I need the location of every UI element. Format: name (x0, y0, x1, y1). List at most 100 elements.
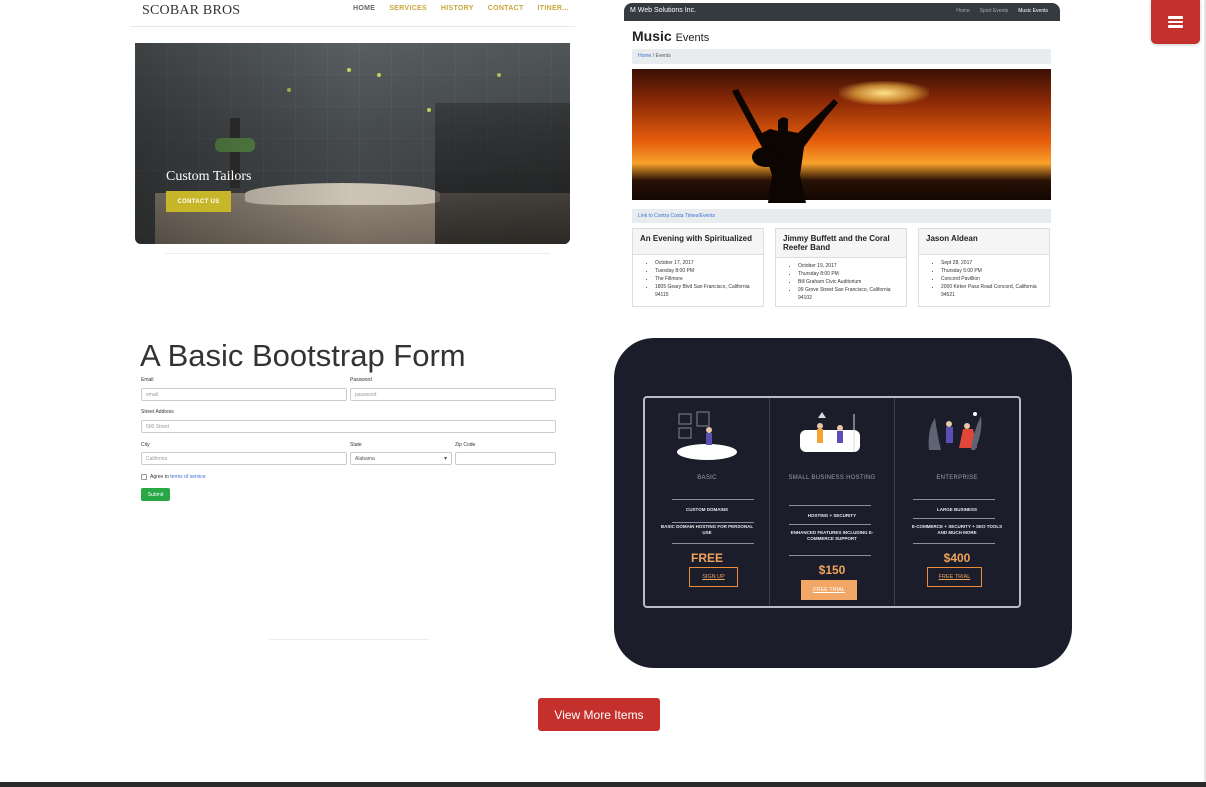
plan-divider (789, 524, 871, 525)
event-venue: Bill Graham Civic Auditorium (798, 278, 900, 286)
plan-name: ENTERPRISE (936, 475, 978, 481)
music-page-title: Music Events (632, 28, 709, 44)
plan-divider (789, 555, 871, 556)
portfolio-page: SCOBAR BROS HOME SERVICES HISTORY CONTAC… (0, 0, 1206, 787)
enterprise-illustration-icon (928, 412, 982, 450)
music-brand: M Web Solutions Inc. (630, 7, 697, 14)
escobar-navbar: SCOBAR BROS HOME SERVICES HISTORY CONTAC… (130, 0, 575, 27)
plan-price: $150 (818, 563, 846, 577)
plan-feature: CUSTOM DOMAINS (686, 507, 728, 512)
portfolio-item-bootstrap-form[interactable]: A Basic Bootstrap Form Email email Passw… (135, 337, 565, 642)
event-name: Jason Aldean (919, 229, 1049, 255)
pricing-table: BASIC CUSTOM DOMAINS BASIC DOMAIN HOSTIN… (643, 396, 1021, 608)
event-name: Jimmy Buffett and the Coral Reefer Band (776, 229, 906, 258)
plan-divider (672, 543, 754, 544)
event-name: An Evening with Spiritualized (633, 229, 763, 255)
escobar-hero-title: Custom Tailors (166, 169, 252, 184)
music-nav-home: Home (956, 8, 970, 14)
small-business-illustration-icon (800, 412, 860, 452)
escobar-contact-button: CONTACT US (166, 191, 231, 212)
plan-price: FREE (690, 551, 723, 565)
street-label: Street Address (141, 409, 174, 415)
breadcrumb-home: Home (638, 53, 652, 59)
terms-checkbox (141, 474, 147, 480)
view-more-button[interactable]: View More Items (538, 698, 660, 731)
terms-link: terms of service (170, 474, 206, 480)
escobar-nav-services: SERVICES (389, 5, 427, 12)
breadcrumb-current: Events (655, 53, 671, 59)
basic-illustration-icon (677, 411, 737, 460)
event-cards: An Evening with Spiritualized October 17… (632, 228, 1051, 307)
escobar-divider (165, 253, 550, 254)
guitarist-silhouette (732, 89, 838, 203)
music-title-rest: Events (675, 32, 710, 44)
event-venue: The Fillmore (655, 275, 757, 283)
portfolio-item-escobar-bros[interactable]: SCOBAR BROS HOME SERVICES HISTORY CONTAC… (130, 0, 575, 256)
menu-toggle-button[interactable] (1151, 0, 1200, 44)
event-address: 1805 Geary Blvd San Francisco, Californi… (655, 283, 757, 299)
contra-costa-link: Link to Contra Costa Times/Events (632, 209, 1051, 223)
event-time: Thursday 8:00 PM (798, 270, 900, 278)
escobar-nav-home: HOME (353, 5, 376, 12)
password-field: password (350, 388, 556, 401)
plan-divider (913, 499, 995, 500)
pricing-plan-enterprise: ENTERPRISE LARGE BUSINESS E-COMMERCE + S… (895, 398, 1019, 606)
event-details: October 17, 2017 Tuesday 8:00 PM The Fil… (633, 255, 763, 299)
plan-divider (913, 543, 995, 544)
event-time: Tuesday 8:00 PM (655, 267, 757, 275)
form-submit-button: Submit (141, 488, 170, 501)
terms-label: Agree to terms of service (150, 474, 206, 480)
plan-feature: E-COMMERCE + SECURITY + SEO TOOLS AND MU… (911, 524, 1003, 535)
event-date: Sept 28, 2017 (941, 259, 1043, 267)
plan-divider (672, 522, 754, 523)
form-title: A Basic Bootstrap Form (140, 338, 466, 373)
music-nav-sport: Sport Events (979, 8, 1009, 14)
escobar-hero-image: Custom Tailors CONTACT US (135, 43, 570, 244)
music-nav-links: Home Sport Events Music Events (956, 8, 1048, 14)
music-nav-music: Music Events (1018, 8, 1048, 14)
plan-feature: ENHANCED FEATURES INCLUDING E-COMMERCE S… (790, 530, 874, 541)
plan-divider (672, 499, 754, 500)
pricing-plan-small-business: SMALL BUSINESS HOSTING HOSTING + SECURIT… (770, 398, 895, 606)
hero-overlay (135, 43, 570, 244)
city-field: California (141, 452, 347, 465)
music-navbar: M Web Solutions Inc. Home Sport Events M… (624, 3, 1060, 21)
plan-name: BASIC (697, 475, 717, 481)
event-address: 2000 Kirker Pass Road Concord, Californi… (941, 283, 1043, 299)
escobar-nav-contact: CONTACT (487, 5, 524, 12)
event-address: 99 Grove Street San Francisco, Californi… (798, 286, 900, 302)
terms-text: Agree to (150, 474, 169, 480)
plan-feature: BASIC DOMAIN HOSTING FOR PERSONAL USE (660, 524, 754, 535)
hamburger-menu-icon (1168, 16, 1183, 28)
portfolio-item-pricing-table[interactable]: BASIC CUSTOM DOMAINS BASIC DOMAIN HOSTIN… (614, 338, 1072, 668)
state-label: State (350, 442, 362, 448)
event-card: An Evening with Spiritualized October 17… (632, 228, 764, 307)
sign-up-button: SIGN UP (689, 567, 738, 587)
email-label: Email (141, 377, 154, 383)
plan-divider (913, 518, 995, 519)
plan-divider (789, 505, 871, 506)
event-details: October 19, 2017 Thursday 8:00 PM Bill G… (776, 258, 906, 302)
escobar-nav-itinerary: ITINER... (537, 5, 570, 12)
plan-feature: LARGE BUSINESS (936, 507, 977, 512)
event-date: October 17, 2017 (655, 259, 757, 267)
music-breadcrumb: Home / Events (632, 49, 1051, 64)
pricing-plan-basic: BASIC CUSTOM DOMAINS BASIC DOMAIN HOSTIN… (645, 398, 770, 606)
form-divider (269, 639, 429, 640)
password-label: Password (350, 377, 372, 383)
street-field: 500 Street (141, 420, 556, 433)
plan-feature: HOSTING + SECURITY (807, 513, 857, 518)
escobar-logo: SCOBAR BROS (142, 3, 241, 18)
escobar-nav-links: HOME SERVICES HISTORY CONTACT ITINER... (353, 5, 569, 12)
plan-name: SMALL BUSINESS HOSTING (788, 475, 876, 481)
state-select: Alabama (350, 452, 452, 465)
zip-label: Zip Code (455, 442, 476, 448)
event-date: October 19, 2017 (798, 262, 900, 270)
event-time: Thursday 5:00 PM (941, 267, 1043, 275)
email-field: email (141, 388, 347, 401)
event-venue: Concord Pavillion (941, 275, 1043, 283)
portfolio-item-music-events[interactable]: M Web Solutions Inc. Home Sport Events M… (624, 3, 1060, 308)
plan-price: $400 (943, 551, 971, 565)
event-card: Jason Aldean Sept 28, 2017 Thursday 5:00… (918, 228, 1050, 307)
free-trial-button: FREE TRIAL (801, 580, 857, 600)
